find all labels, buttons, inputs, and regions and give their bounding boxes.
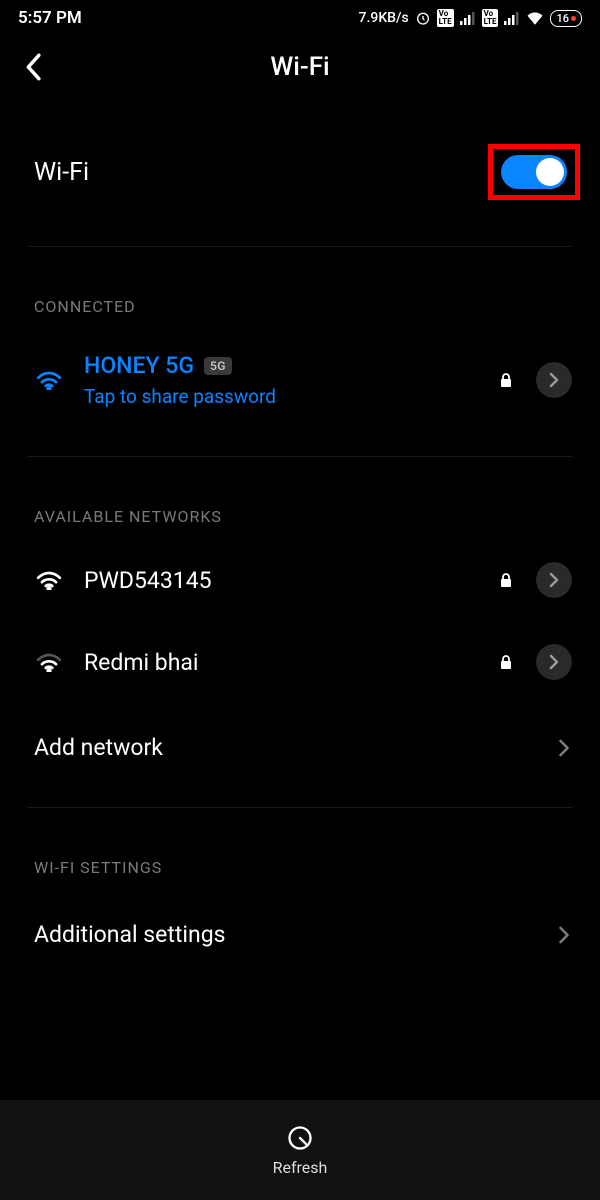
- signal-icon-1: [460, 11, 476, 25]
- status-bar: 5:57 PM 7.9KB/s VoLTE VoLTE 16: [0, 0, 600, 32]
- chevron-right-icon: [558, 738, 570, 758]
- refresh-label: Refresh: [273, 1158, 328, 1177]
- alarm-icon: [415, 10, 431, 26]
- refresh-icon: [286, 1124, 314, 1152]
- wifi-icon: [36, 652, 62, 672]
- connected-network-name: HONEY 5G: [84, 352, 194, 379]
- toggle-highlight: [488, 144, 580, 200]
- battery-level: 16: [556, 12, 569, 25]
- add-network-button[interactable]: Add network: [0, 708, 600, 787]
- connected-network-info: HONEY 5G 5G Tap to share password: [84, 352, 476, 408]
- network-speed: 7.9KB/s: [359, 10, 409, 26]
- refresh-button[interactable]: Refresh: [0, 1100, 600, 1200]
- wifi-status-icon: [526, 11, 544, 25]
- available-network-name: Redmi bhai: [84, 649, 199, 676]
- available-network-row[interactable]: Redmi bhai: [0, 616, 600, 708]
- lock-icon: [500, 655, 512, 670]
- chevron-right-icon: [549, 572, 559, 588]
- available-section-header: AVAILABLE NETWORKS: [0, 457, 600, 544]
- volte-badge-2: VoLTE: [482, 9, 499, 27]
- status-time: 5:57 PM: [18, 8, 82, 28]
- battery-low-icon: [571, 16, 576, 21]
- page-header: Wi-Fi: [0, 32, 600, 110]
- lock-icon: [500, 373, 512, 388]
- chevron-right-icon: [549, 372, 559, 388]
- network-details-button[interactable]: [536, 362, 572, 398]
- wifi-icon: [36, 570, 62, 590]
- wifi-icon: [36, 370, 62, 390]
- network-details-button[interactable]: [536, 562, 572, 598]
- connected-network-row[interactable]: HONEY 5G 5G Tap to share password: [0, 334, 600, 426]
- wifi-settings-section-header: WI-FI SETTINGS: [0, 808, 600, 895]
- battery-indicator: 16: [550, 10, 582, 27]
- signal-icon-2: [504, 11, 520, 25]
- wifi-toggle[interactable]: [501, 155, 567, 189]
- additional-settings-button[interactable]: Additional settings: [0, 895, 600, 974]
- toggle-knob: [536, 158, 564, 186]
- connected-network-subtitle: Tap to share password: [84, 385, 476, 408]
- wifi-toggle-row: Wi-Fi: [0, 110, 600, 246]
- available-network-row[interactable]: PWD543145: [0, 544, 600, 616]
- available-network-name: PWD543145: [84, 567, 212, 594]
- network-5g-badge: 5G: [204, 357, 232, 375]
- lock-icon: [500, 573, 512, 588]
- chevron-right-icon: [558, 925, 570, 945]
- network-details-button[interactable]: [536, 644, 572, 680]
- connected-section-header: CONNECTED: [0, 247, 600, 334]
- wifi-toggle-label: Wi-Fi: [34, 158, 89, 187]
- add-network-label: Add network: [34, 734, 163, 761]
- chevron-right-icon: [549, 654, 559, 670]
- additional-settings-label: Additional settings: [34, 921, 225, 948]
- volte-badge-1: VoLTE: [437, 9, 454, 27]
- status-icons: 7.9KB/s VoLTE VoLTE 16: [359, 9, 582, 27]
- page-title: Wi-Fi: [24, 52, 576, 82]
